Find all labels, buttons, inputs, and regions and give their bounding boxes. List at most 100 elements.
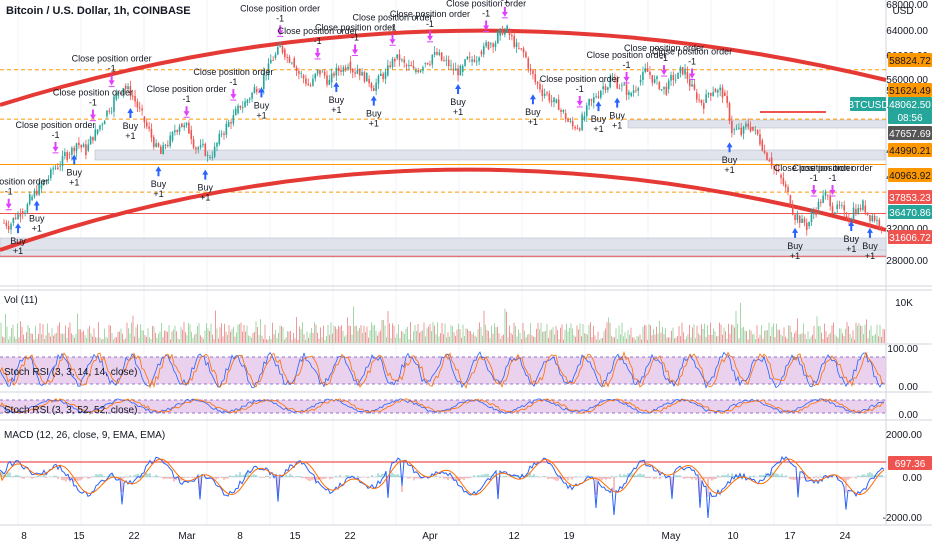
candle-body [766, 152, 768, 161]
price-label-text: 44990.21 [889, 146, 931, 157]
chart-canvas[interactable]: Buy+1Buy+1Buy+1Buy+1Buy+1Buy+1Buy+1Buy+1… [0, 0, 932, 550]
candle-body [239, 105, 242, 108]
candle-body [3, 222, 5, 224]
buy-qty: +1 [612, 121, 622, 131]
candle-body [380, 73, 382, 77]
candle-body [50, 169, 52, 179]
candle-body [192, 139, 195, 148]
candle-body [836, 204, 838, 210]
candle-body [443, 60, 445, 62]
candle-body [553, 97, 555, 103]
buy-label: Buy [591, 114, 607, 124]
time-tick: Apr [422, 531, 438, 542]
close-qty: -1 [576, 84, 584, 94]
candle-body [862, 200, 864, 210]
close-label: Close position order [0, 177, 49, 187]
candle-body [372, 88, 375, 91]
candle-body [674, 79, 677, 81]
candle-body [693, 84, 696, 90]
candle-body [618, 88, 621, 90]
candle-body [181, 123, 183, 128]
candle-body [391, 58, 394, 67]
candle-body [326, 75, 328, 85]
candle-body [583, 115, 586, 120]
candle-body [274, 54, 277, 59]
candle-body [307, 83, 310, 86]
close-label: Close position order [53, 88, 133, 98]
candle-body [24, 212, 26, 214]
candle-body [838, 204, 841, 206]
candle-body [206, 154, 209, 156]
time-tick: May [662, 531, 681, 542]
candle-body [475, 61, 478, 62]
candle-body [468, 56, 471, 58]
candle-body [328, 79, 331, 85]
candle-body [796, 213, 799, 221]
candle-body [728, 103, 731, 122]
candle-body [855, 209, 857, 215]
candle-body [26, 204, 29, 213]
close-label: Close position order [792, 163, 872, 173]
candle-body [782, 178, 785, 185]
candle-body [92, 136, 94, 141]
candle-body [857, 207, 860, 215]
candle-body [244, 101, 246, 108]
candle-body [333, 73, 335, 76]
candle-body [679, 67, 682, 73]
candle-body [707, 93, 710, 95]
candle-body [719, 87, 721, 91]
candle-body [859, 207, 862, 210]
candle-body [302, 75, 305, 79]
candle-body [398, 54, 401, 61]
candle-body [600, 90, 602, 98]
candle-body [237, 105, 239, 114]
candle-body [649, 71, 651, 76]
candle-body [478, 57, 480, 62]
candle-body [429, 64, 431, 66]
candle-body [841, 205, 843, 207]
candle-body [848, 218, 850, 220]
close-label: Close position order [652, 47, 732, 57]
price-label-text: 48062.50 [889, 100, 931, 111]
candle-body [635, 90, 637, 92]
candle-body [241, 107, 244, 109]
candle-body [436, 52, 438, 55]
candle-body [108, 110, 111, 112]
candle-body [312, 78, 314, 86]
candle-body [581, 114, 583, 131]
candle-body [658, 82, 661, 90]
candle-body [592, 97, 595, 103]
candle-body [803, 218, 806, 223]
time-tick: 15 [73, 531, 85, 542]
time-tick: 19 [563, 531, 575, 542]
candle-body [714, 89, 717, 93]
candle-body [71, 147, 73, 155]
time-tick: 15 [289, 531, 301, 542]
candle-body [293, 58, 296, 68]
candle-body [527, 58, 530, 69]
candle-body [812, 211, 815, 215]
price-label-text: 31606.72 [889, 233, 931, 244]
candle-body [518, 47, 520, 49]
buy-label: Buy [722, 155, 738, 165]
close-qty: -1 [501, 0, 509, 5]
candle-body [637, 88, 640, 91]
close-qty: -1 [389, 22, 397, 32]
candle-body [590, 99, 593, 101]
candle-body [347, 66, 349, 70]
close-qty: -1 [108, 63, 116, 73]
price-label-text: 58824.72 [889, 56, 931, 67]
candle-body [810, 214, 813, 223]
candle-body [54, 167, 57, 169]
candle-body [64, 152, 66, 157]
candle-body [820, 201, 822, 203]
candle-body [167, 144, 169, 147]
candle-body [387, 65, 389, 76]
candle-body [438, 52, 441, 55]
candle-body [253, 87, 256, 94]
buy-qty: +1 [69, 178, 79, 188]
candle-body [824, 191, 827, 196]
candle-body [199, 145, 202, 148]
candle-body [639, 79, 642, 83]
candle-body [721, 87, 724, 98]
